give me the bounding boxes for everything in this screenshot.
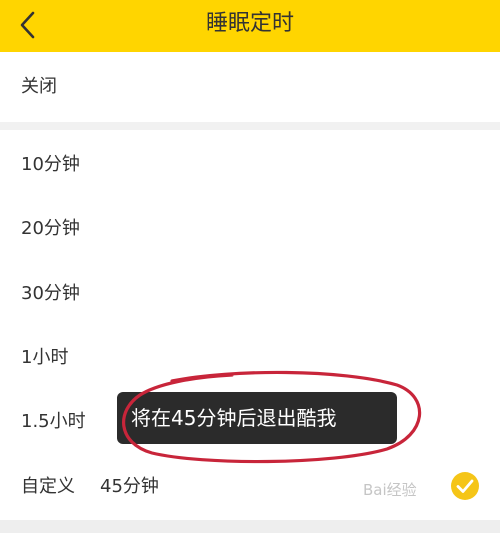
bottom-divider xyxy=(0,520,500,533)
app-header: 睡眠定时 xyxy=(0,0,500,52)
option-label: 30分钟 xyxy=(21,283,80,304)
timer-options-list: 10分钟 20分钟 30分钟 1小时 1.5小时 自定义 45分钟 xyxy=(0,130,500,520)
toast-message: 将在45分钟后退出酷我 xyxy=(117,392,397,444)
option-custom-label: 自定义 xyxy=(21,476,75,497)
option-label: 1小时 xyxy=(21,347,69,368)
option-custom-value: 45分钟 xyxy=(100,476,159,497)
checkmark-icon xyxy=(451,472,479,500)
option-label: 1.5小时 xyxy=(21,411,86,432)
option-off-label: 关闭 xyxy=(21,76,57,97)
section-divider xyxy=(0,122,500,130)
option-label: 10分钟 xyxy=(21,154,80,175)
option-off[interactable]: 关闭 xyxy=(0,52,500,122)
option-label: 20分钟 xyxy=(21,218,80,239)
toast-text: 将在45分钟后退出酷我 xyxy=(131,406,337,430)
page-title: 睡眠定时 xyxy=(205,11,294,36)
watermark: Bai经验 xyxy=(363,481,417,499)
